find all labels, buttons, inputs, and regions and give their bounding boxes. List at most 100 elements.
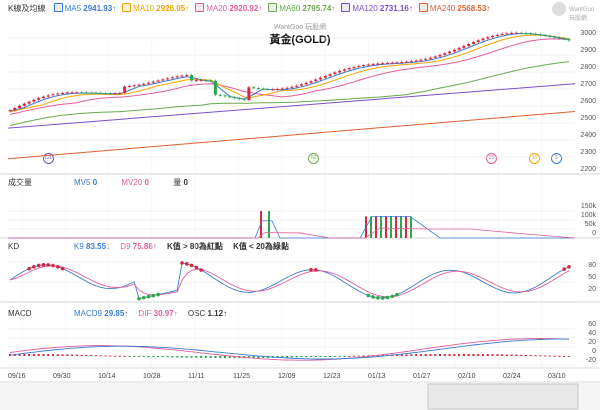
candle-body xyxy=(276,88,280,90)
candle-body xyxy=(333,72,337,75)
osc-bar xyxy=(200,356,203,358)
candle-body xyxy=(8,110,12,112)
osc-bar xyxy=(434,353,437,356)
candle-body xyxy=(543,35,547,37)
mv20-line xyxy=(8,227,576,239)
osc-bar xyxy=(525,354,527,356)
osc-bar xyxy=(204,356,207,358)
candle-body xyxy=(56,93,60,95)
candle-body xyxy=(213,80,217,95)
osc-bar xyxy=(553,355,556,357)
kd-overbought-dot xyxy=(313,268,318,272)
osc-bar xyxy=(99,355,102,357)
kd-overbought-dot xyxy=(562,267,567,271)
osc-bar xyxy=(214,356,217,359)
candle-body xyxy=(266,89,270,91)
candle-body xyxy=(209,80,213,82)
candle-body xyxy=(256,87,260,89)
volume-bar xyxy=(380,216,382,238)
volume-bar xyxy=(405,216,407,238)
d-line xyxy=(9,265,570,298)
k-line xyxy=(9,262,570,300)
osc-bar xyxy=(568,356,570,357)
candle-body xyxy=(127,86,131,88)
candle-body xyxy=(390,62,394,64)
osc-bar xyxy=(195,356,198,358)
candle-body xyxy=(371,63,375,65)
osc-bar xyxy=(501,354,504,356)
candle-body xyxy=(352,66,356,69)
candle-body xyxy=(61,92,65,94)
osc-bar xyxy=(80,354,83,356)
osc-bar xyxy=(491,354,494,356)
osc-bar xyxy=(52,354,54,356)
osc-bar xyxy=(190,356,193,358)
osc-bar xyxy=(415,354,418,356)
candle-body xyxy=(328,74,332,76)
candle-body xyxy=(514,32,518,34)
volume-bar xyxy=(400,216,402,238)
candle-body xyxy=(443,53,447,55)
candle-body xyxy=(557,37,561,39)
candle-body xyxy=(419,59,423,61)
osc-bar xyxy=(486,354,489,356)
osc-bar xyxy=(505,354,508,356)
osc-bar xyxy=(429,353,432,356)
candle-body xyxy=(462,45,466,48)
osc-bar xyxy=(310,356,312,358)
candle-body xyxy=(452,49,456,52)
volume-bar xyxy=(395,216,397,238)
ma240-line xyxy=(7,110,576,160)
candle-body xyxy=(486,37,490,39)
kd-oversold-dot xyxy=(376,295,380,300)
candle-body xyxy=(295,85,299,87)
kd-overbought-dot xyxy=(189,263,194,268)
candle-body xyxy=(481,38,485,41)
osc-bar xyxy=(453,353,456,356)
candle-body xyxy=(247,87,251,100)
osc-bar xyxy=(439,353,441,356)
osc-bar xyxy=(28,353,31,356)
kd-overbought-dot xyxy=(46,263,51,267)
candle-body xyxy=(524,32,528,34)
volume-bar xyxy=(390,216,392,238)
candle-body xyxy=(548,35,552,37)
osc-bar xyxy=(472,353,475,356)
candle-body xyxy=(242,99,246,101)
candle-body xyxy=(309,81,313,83)
candle-body xyxy=(409,61,413,63)
candle-body xyxy=(457,47,461,50)
candle-body xyxy=(314,79,318,82)
osc-bar xyxy=(185,356,188,358)
ma20-line xyxy=(9,38,570,115)
candle-body xyxy=(37,98,41,100)
osc-bar xyxy=(520,354,523,356)
candle-body xyxy=(553,36,557,38)
candle-body xyxy=(99,92,103,94)
osc-bar xyxy=(548,355,551,357)
osc-bar xyxy=(462,353,465,356)
osc-bar xyxy=(128,356,131,357)
candle-body xyxy=(142,83,146,85)
osc-bar xyxy=(47,354,50,356)
kd-overbought-dot xyxy=(184,262,189,266)
kd-overbought-dot xyxy=(180,261,184,265)
candle-body xyxy=(108,93,112,95)
candle-body xyxy=(491,35,495,38)
stock-chart[interactable] xyxy=(0,0,600,410)
candle-body xyxy=(438,54,442,57)
osc-bar xyxy=(56,354,59,356)
osc-bar xyxy=(152,356,155,357)
candle-body xyxy=(366,64,370,66)
kd-overbought-dot xyxy=(60,266,65,271)
osc-bar xyxy=(458,353,461,356)
candle-body xyxy=(65,92,69,94)
candle-body xyxy=(94,92,98,94)
candle-body xyxy=(505,33,509,35)
osc-bar xyxy=(286,356,289,358)
osc-bar xyxy=(539,355,542,357)
candle-body xyxy=(280,88,284,90)
candle-body xyxy=(84,92,88,94)
osc-bar xyxy=(147,356,150,357)
kd-oversold-dot xyxy=(137,296,141,301)
